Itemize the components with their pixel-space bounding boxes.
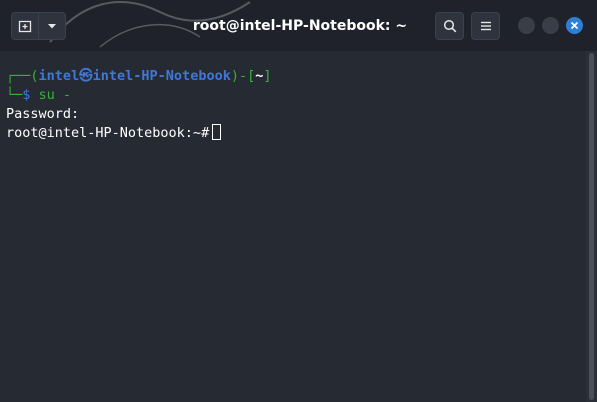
terminal-output[interactable]: ┌──(intel㉿intel-HP-Notebook)-[~] └─$ su … <box>0 51 586 402</box>
prompt-dollar: $ <box>22 87 31 103</box>
prompt-line-top: ┌──(intel㉿intel-HP-Notebook)-[~] <box>6 67 586 86</box>
prompt-mid: )-[ <box>230 68 256 84</box>
prompt-box-bottom: └─ <box>6 87 23 103</box>
terminal-scrollbar[interactable] <box>586 51 597 402</box>
prompt-separator-icon: ㉿ <box>79 68 93 84</box>
password-label: Password: <box>6 106 80 122</box>
prompt-line-bottom: └─$ su - <box>6 86 586 105</box>
minimize-button[interactable] <box>518 17 535 34</box>
password-line: Password: <box>6 105 586 124</box>
search-button[interactable] <box>435 12 464 40</box>
scrollbar-thumb[interactable] <box>589 53 594 400</box>
new-tab-button-group <box>11 12 66 40</box>
close-button[interactable] <box>566 17 583 34</box>
maximize-button[interactable] <box>542 17 559 34</box>
new-tab-button[interactable] <box>12 13 40 39</box>
window-title: root@intel-HP-Notebook: ~ <box>192 18 408 34</box>
search-icon <box>443 19 456 33</box>
prompt-host: intel-HP-Notebook <box>92 68 231 84</box>
root-prompt-line: root@intel-HP-Notebook:~# <box>6 124 586 143</box>
prompt-command: su - <box>38 87 72 103</box>
chevron-down-icon <box>48 24 57 29</box>
prompt-end: ] <box>263 68 272 84</box>
title-bar[interactable]: root@intel-HP-Notebook: ~ <box>0 0 597 51</box>
tab-dropdown-button[interactable] <box>39 13 65 39</box>
terminal-cursor <box>212 124 222 140</box>
prompt-box-top: ┌──( <box>6 68 39 84</box>
close-icon <box>570 21 579 30</box>
new-tab-icon <box>19 20 32 33</box>
prompt-user: intel <box>38 68 80 84</box>
hamburger-menu-icon <box>480 21 491 31</box>
root-prompt: root@intel-HP-Notebook:~# <box>6 125 210 141</box>
menu-button[interactable] <box>471 12 500 40</box>
terminal-window: root@intel-HP-Notebook: ~ ┌──(intel㉿inte… <box>0 0 597 402</box>
